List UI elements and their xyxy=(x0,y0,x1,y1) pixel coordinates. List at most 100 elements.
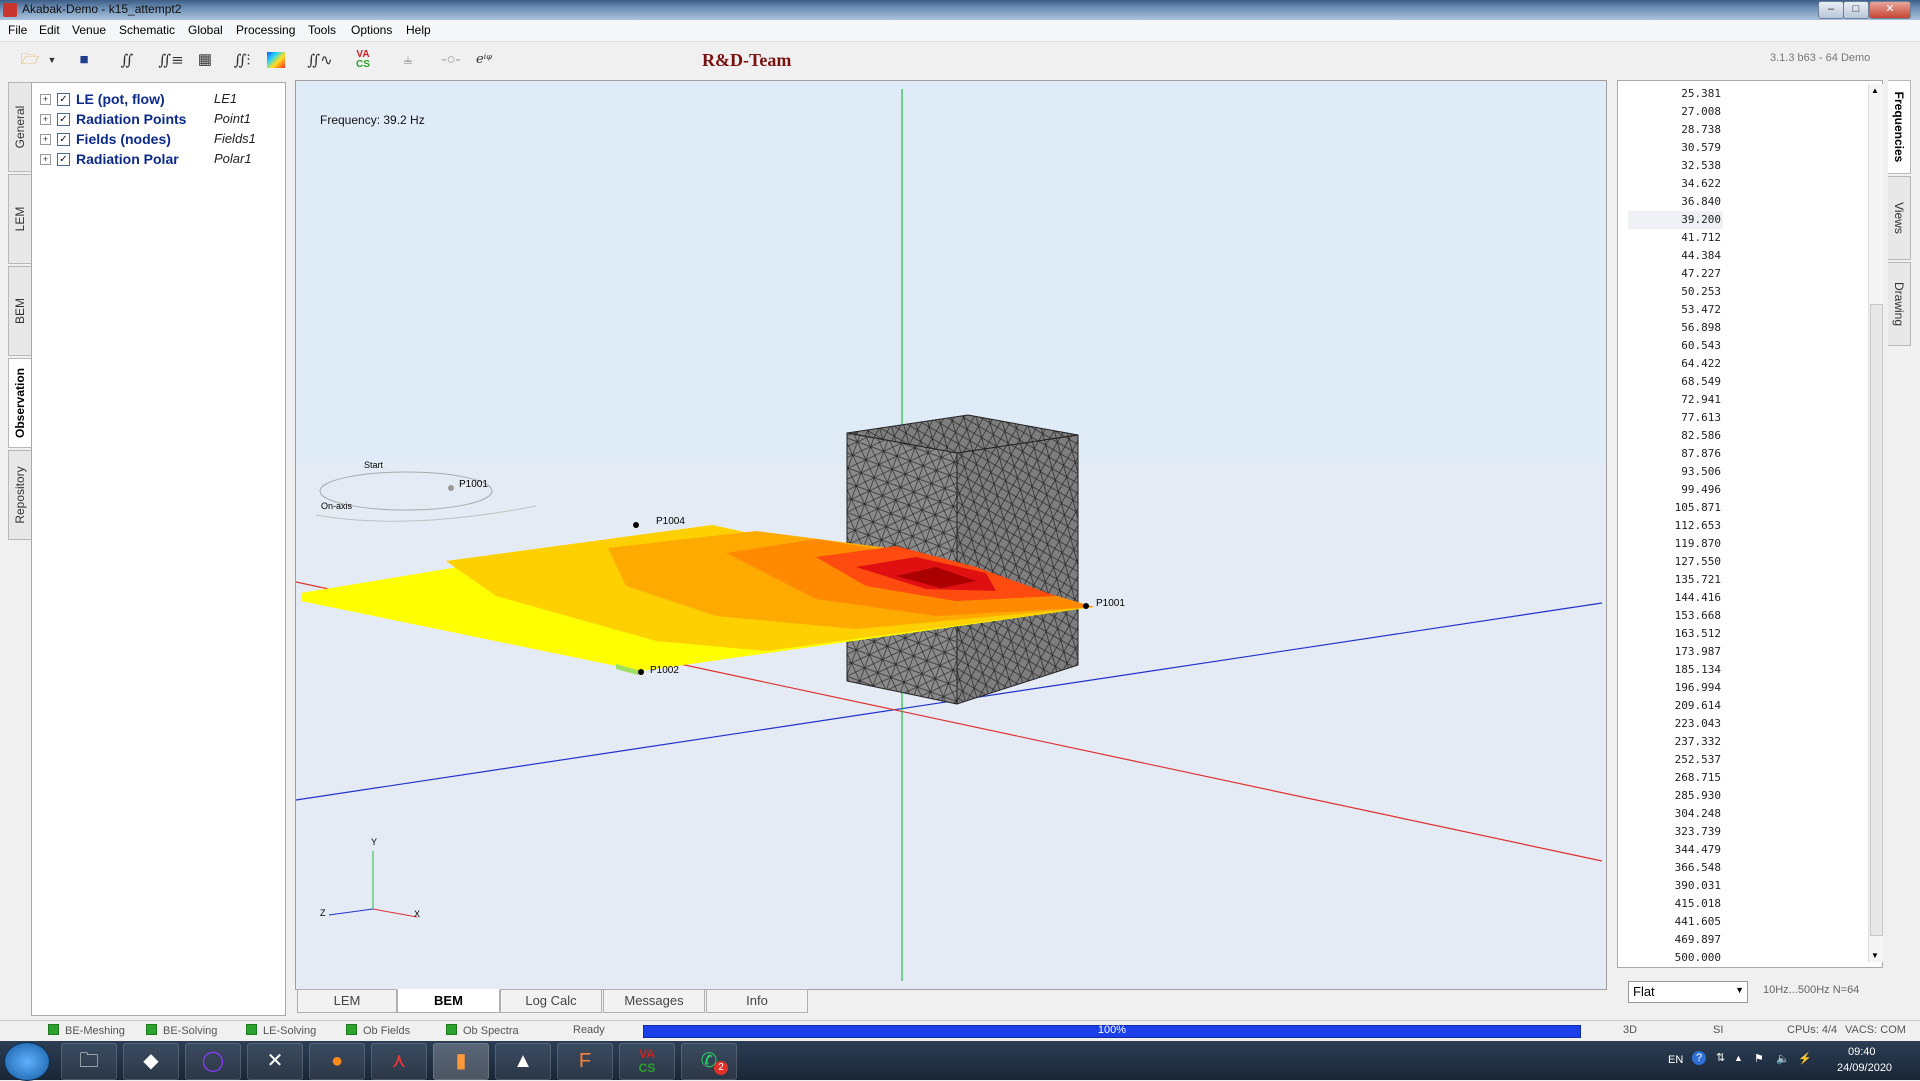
frequency-item[interactable]: 469.897 xyxy=(1618,931,1723,949)
frequency-item[interactable]: 196.994 xyxy=(1618,679,1723,697)
frequency-item[interactable]: 500.000 xyxy=(1618,949,1723,967)
frequency-item[interactable]: 99.496 xyxy=(1618,481,1723,499)
frequency-item[interactable]: 82.586 xyxy=(1618,427,1723,445)
frequency-item[interactable]: 53.472 xyxy=(1618,301,1723,319)
frequency-item[interactable]: 252.537 xyxy=(1618,751,1723,769)
tab-bottom-info[interactable]: Info xyxy=(706,989,808,1013)
integral-icon[interactable]: ∬ xyxy=(114,48,140,72)
frequency-item[interactable]: 127.550 xyxy=(1618,553,1723,571)
frequency-item[interactable]: 105.871 xyxy=(1618,499,1723,517)
scroll-thumb[interactable] xyxy=(1870,304,1883,936)
frequency-item[interactable]: 30.579 xyxy=(1618,139,1723,157)
tab-general[interactable]: General xyxy=(8,82,31,172)
frequency-item[interactable]: 153.668 xyxy=(1618,607,1723,625)
menu-schematic[interactable]: Schematic xyxy=(119,23,175,37)
frequency-item[interactable]: 285.930 xyxy=(1618,787,1723,805)
tab-views[interactable]: Views xyxy=(1888,176,1911,260)
frequency-item[interactable]: 39.200 xyxy=(1628,211,1723,229)
frequency-item[interactable]: 237.332 xyxy=(1618,733,1723,751)
menu-processing[interactable]: Processing xyxy=(236,23,295,37)
integral-bars-icon[interactable]: ∬⫶ xyxy=(229,48,255,72)
frequency-item[interactable]: 144.416 xyxy=(1618,589,1723,607)
vacs-taskbar-icon[interactable]: VA CS xyxy=(619,1043,675,1080)
dropdown-icon[interactable]: ▼ xyxy=(45,48,59,72)
tab-bottom-log-calc[interactable]: Log Calc xyxy=(500,989,602,1013)
language-indicator[interactable]: EN xyxy=(1668,1054,1683,1066)
frequency-item[interactable]: 56.898 xyxy=(1618,319,1723,337)
tab-bottom-messages[interactable]: Messages xyxy=(603,989,705,1013)
frequency-item[interactable]: 304.248 xyxy=(1618,805,1723,823)
circuit-icon[interactable]: -○- xyxy=(438,48,464,72)
tab-bem[interactable]: BEM xyxy=(8,266,31,356)
checkbox[interactable]: ✓ xyxy=(57,113,70,126)
menu-venue[interactable]: Venue xyxy=(72,23,106,37)
mesh-icon[interactable]: ▦ xyxy=(192,48,218,72)
whatsapp-icon[interactable]: ✆ 2 xyxy=(681,1043,737,1080)
checkbox[interactable]: ✓ xyxy=(57,153,70,166)
frequency-item[interactable]: 441.605 xyxy=(1618,913,1723,931)
vacs-icon[interactable]: VA CS xyxy=(350,48,376,72)
frequency-item[interactable]: 135.721 xyxy=(1618,571,1723,589)
frequency-item[interactable]: 27.008 xyxy=(1618,103,1723,121)
menu-global[interactable]: Global xyxy=(188,23,223,37)
tray-expand-icon[interactable]: ▲ xyxy=(1734,1053,1743,1063)
f-app-icon[interactable]: F xyxy=(557,1043,613,1080)
frequency-list[interactable]: 25.381 27.008 28.738 30.579 32.538 34.622 36.8… xyxy=(1618,85,1863,967)
start-button[interactable] xyxy=(4,1042,50,1081)
expand-icon[interactable]: + xyxy=(40,114,51,125)
tab-bottom-bem[interactable]: BEM xyxy=(397,989,500,1013)
acrobat-icon[interactable]: ⋏ xyxy=(371,1043,427,1080)
frequency-item[interactable]: 28.738 xyxy=(1618,121,1723,139)
integral-list-icon[interactable]: ∬≡ xyxy=(158,48,184,72)
frequency-item[interactable]: 268.715 xyxy=(1618,769,1723,787)
frequency-scrollbar[interactable]: ▲ ▼ xyxy=(1868,84,1883,962)
frequency-item[interactable]: 77.613 xyxy=(1618,409,1723,427)
frequency-item[interactable]: 50.253 xyxy=(1618,283,1723,301)
save-icon[interactable]: ■ xyxy=(71,48,97,72)
tab-bottom-lem[interactable]: LEM xyxy=(297,989,397,1013)
frequency-item[interactable]: 34.622 xyxy=(1618,175,1723,193)
scroll-down-icon[interactable]: ▼ xyxy=(1871,951,1879,960)
integral-curve-icon[interactable]: ∬∿ xyxy=(307,48,333,72)
action-center-icon[interactable]: ⚑ xyxy=(1754,1052,1764,1065)
excel-icon[interactable]: ✕ xyxy=(247,1043,303,1080)
frequency-item[interactable]: 36.840 xyxy=(1618,193,1723,211)
frequency-item[interactable]: 344.479 xyxy=(1618,841,1723,859)
frequency-item[interactable]: 32.538 xyxy=(1618,157,1723,175)
menu-edit[interactable]: Edit xyxy=(39,23,60,37)
frequency-item[interactable]: 119.870 xyxy=(1618,535,1723,553)
file-explorer-icon[interactable]: 🗀 xyxy=(61,1043,117,1080)
clock-time[interactable]: 09:40 xyxy=(1848,1046,1876,1058)
checkbox[interactable]: ✓ xyxy=(57,133,70,146)
menu-options[interactable]: Options xyxy=(351,23,392,37)
minimize-button[interactable]: – xyxy=(1818,1,1844,19)
open-folder-icon[interactable]: 🗁 xyxy=(17,48,43,72)
maximize-button[interactable]: □ xyxy=(1843,1,1869,19)
frequency-item[interactable]: 223.043 xyxy=(1618,715,1723,733)
color-map-icon[interactable] xyxy=(263,48,289,72)
component-icon[interactable]: ⫨ xyxy=(395,48,421,72)
frequency-item[interactable]: 41.712 xyxy=(1618,229,1723,247)
menu-file[interactable]: File xyxy=(8,23,27,37)
frequency-item[interactable]: 68.549 xyxy=(1618,373,1723,391)
frequency-item[interactable]: 112.653 xyxy=(1618,517,1723,535)
frequency-item[interactable]: 64.422 xyxy=(1618,355,1723,373)
tab-drawing[interactable]: Drawing xyxy=(1888,262,1911,346)
menu-tools[interactable]: Tools xyxy=(308,23,336,37)
alien-app-icon[interactable]: ◆ xyxy=(123,1043,179,1080)
spacing-select[interactable]: Flat ▼ xyxy=(1628,981,1748,1003)
frequency-item[interactable]: 87.876 xyxy=(1618,445,1723,463)
menu-help[interactable]: Help xyxy=(406,23,431,37)
help-icon[interactable]: ? xyxy=(1692,1051,1706,1065)
close-button[interactable]: ✕ xyxy=(1869,1,1911,19)
arrow-app-icon[interactable]: ▲ xyxy=(495,1043,551,1080)
firefox-icon[interactable]: ● xyxy=(309,1043,365,1080)
scroll-up-icon[interactable]: ▲ xyxy=(1871,86,1879,95)
circle-app-icon[interactable]: ◯ xyxy=(185,1043,241,1080)
frequency-item[interactable]: 173.987 xyxy=(1618,643,1723,661)
akabak-icon[interactable]: ▮ xyxy=(433,1043,489,1080)
frequency-item[interactable]: 60.543 xyxy=(1618,337,1723,355)
frequency-item[interactable]: 25.381 xyxy=(1618,85,1723,103)
expand-icon[interactable]: + xyxy=(40,94,51,105)
frequency-item[interactable]: 366.548 xyxy=(1618,859,1723,877)
